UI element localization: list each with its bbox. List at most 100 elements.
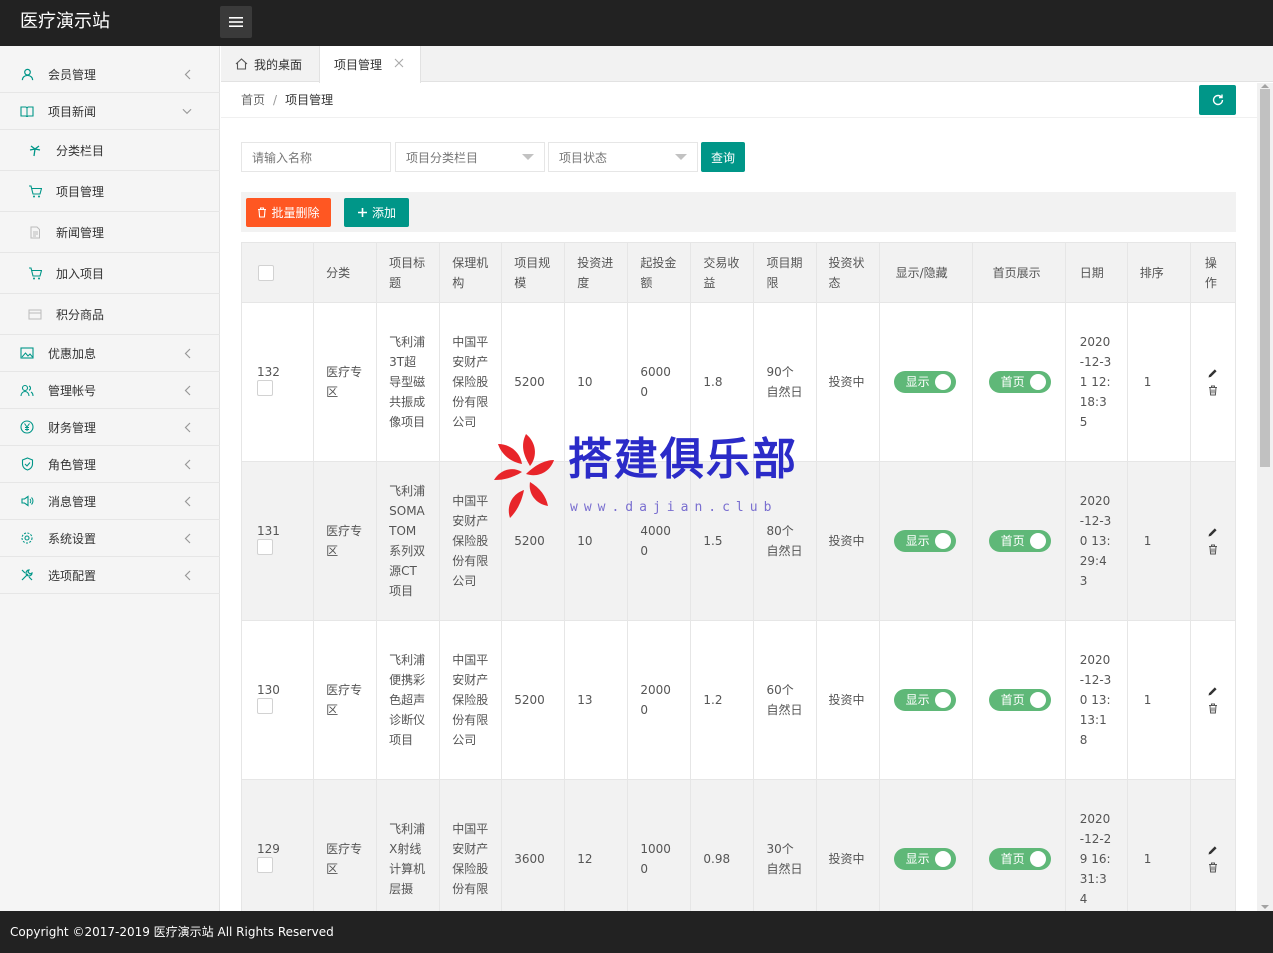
sidebar-item-finance[interactable]: 财务管理 <box>0 409 220 446</box>
home-toggle[interactable]: 首页 <box>988 371 1051 393</box>
row-select-cell: 130 <box>240 620 315 780</box>
sidebar-item-system-settings[interactable]: 系统设置 <box>0 520 220 557</box>
tab-label: 项目管理 <box>334 58 383 72</box>
sidebar-item-option-config[interactable]: 选项配置 <box>0 557 220 594</box>
plus-icon <box>357 208 367 217</box>
sidebar-item-news-manage[interactable]: 新闻管理 <box>0 212 220 253</box>
cell-date: 2020-12-29 16:31:34 <box>1064 779 1128 911</box>
top-header: 医疗演示站 <box>0 0 1273 46</box>
home-toggle[interactable]: 首页 <box>988 848 1051 870</box>
edit-icon[interactable] <box>1207 686 1218 697</box>
cell-scale: 5200 <box>501 620 566 780</box>
cell-home: 首页 <box>971 302 1066 462</box>
scroll-up-arrow-icon[interactable] <box>1261 84 1269 88</box>
sidebar-item-roles[interactable]: 角色管理 <box>0 446 220 483</box>
cell-home: 首页 <box>971 620 1066 780</box>
row-id: 131 <box>257 524 280 538</box>
edit-icon[interactable] <box>1207 845 1218 856</box>
sidebar-item-label: 项目管理 <box>56 184 105 199</box>
sidebar: 会员管理 项目新闻 分类栏目 项目管理 新闻管理 加入项目 积分商品 优惠加息 … <box>0 46 220 911</box>
scroll-down-arrow-icon[interactable] <box>1261 905 1269 909</box>
query-button[interactable]: 查询 <box>701 142 745 172</box>
sidebar-item-categories[interactable]: 分类栏目 <box>0 130 220 171</box>
sidebar-item-members[interactable]: 会员管理 <box>0 56 220 93</box>
row-checkbox[interactable] <box>257 698 273 714</box>
show-toggle[interactable]: 显示 <box>893 530 956 552</box>
row-select-cell: 132 <box>240 302 315 462</box>
show-toggle[interactable]: 显示 <box>893 689 956 711</box>
sidebar-item-label: 项目新闻 <box>48 104 97 119</box>
cell-progress: 12 <box>564 779 629 911</box>
batch-delete-button[interactable]: 批量删除 <box>246 198 331 227</box>
col-header: 操作 <box>1189 242 1237 303</box>
sidebar-item-label: 选项配置 <box>48 568 97 583</box>
row-select-cell: 131 <box>240 461 315 621</box>
sidebar-item-points-goods[interactable]: 积分商品 <box>0 294 220 335</box>
col-header: 显示/隐藏 <box>878 242 973 303</box>
search-name-input[interactable]: 请输入名称 <box>241 142 391 172</box>
sidebar-item-admin-accounts[interactable]: 管理帐号 <box>0 372 220 409</box>
vertical-scrollbar[interactable] <box>1257 83 1273 911</box>
chevron-left-icon <box>182 459 192 469</box>
row-id: 132 <box>257 365 280 379</box>
menu-toggle-button[interactable] <box>220 6 252 38</box>
site-title: 医疗演示站 <box>20 11 110 32</box>
sidebar-item-label: 加入项目 <box>56 266 105 281</box>
table-row: 132 医疗专区 飞利浦3T超导型磁共振成像项目 中国平安财产保险股份有限公司 5200… <box>240 302 1237 462</box>
home-toggle[interactable]: 首页 <box>988 689 1051 711</box>
sidebar-item-promotions[interactable]: 优惠加息 <box>0 335 220 372</box>
cell-ops <box>1189 620 1237 780</box>
trash-icon[interactable] <box>1208 862 1218 873</box>
footer: Copyright ©2017-2019 医疗演示站 All Rights Re… <box>0 911 1273 953</box>
yen-icon <box>20 420 34 434</box>
cell-progress: 13 <box>564 620 629 780</box>
tab-project-manage[interactable]: 项目管理 <box>319 46 421 83</box>
row-checkbox[interactable] <box>257 857 273 873</box>
home-toggle[interactable]: 首页 <box>988 530 1051 552</box>
doc-icon <box>28 225 42 239</box>
sidebar-item-join-project[interactable]: 加入项目 <box>0 253 220 294</box>
home-toggle-label: 首页 <box>1000 375 1025 389</box>
select-all-checkbox[interactable] <box>258 265 274 281</box>
trash-icon[interactable] <box>1208 544 1218 555</box>
sidebar-item-project-manage[interactable]: 项目管理 <box>0 171 220 212</box>
breadcrumb-separator: / <box>273 93 278 107</box>
show-toggle[interactable]: 显示 <box>893 371 956 393</box>
row-checkbox[interactable] <box>257 539 273 555</box>
show-toggle[interactable]: 显示 <box>893 848 956 870</box>
cell-agency: 中国平安财产保险股份有限 <box>439 779 503 911</box>
trash-icon <box>258 207 267 218</box>
cell-show: 显示 <box>878 620 973 780</box>
sidebar-item-project-news[interactable]: 项目新闻 <box>0 93 220 130</box>
show-toggle-label: 显示 <box>905 852 930 866</box>
cell-show: 显示 <box>878 302 973 462</box>
cell-term: 60个自然日 <box>753 620 817 780</box>
cell-category: 医疗专区 <box>313 461 378 621</box>
chevron-left-icon <box>182 533 192 543</box>
trash-icon[interactable] <box>1208 385 1218 396</box>
add-button[interactable]: 添加 <box>344 198 409 227</box>
close-icon[interactable] <box>394 58 404 68</box>
search-name-placeholder: 请输入名称 <box>252 150 313 165</box>
cell-term: 80个自然日 <box>753 461 817 621</box>
status-select[interactable]: 项目状态 <box>548 142 698 172</box>
col-header: 项目期限 <box>753 242 817 303</box>
table-toolbar: 批量删除 添加 <box>241 192 1236 232</box>
cell-min-invest: 10000 <box>627 779 692 911</box>
sidebar-item-label: 角色管理 <box>48 457 97 472</box>
home-toggle-label: 首页 <box>1000 534 1025 548</box>
edit-icon[interactable] <box>1207 368 1218 379</box>
trash-icon[interactable] <box>1208 703 1218 714</box>
scrollbar-thumb[interactable] <box>1260 89 1270 467</box>
main-content: 首页 / 项目管理 请输入名称 项目分类栏目 项目状态 查询 批量删除 添加 分… <box>221 83 1257 911</box>
batch-delete-label: 批量删除 <box>271 206 320 220</box>
category-select[interactable]: 项目分类栏目 <box>395 142 545 172</box>
tab-home[interactable]: 我的桌面 <box>221 46 319 82</box>
cell-progress: 10 <box>564 302 629 462</box>
shield-icon <box>20 457 34 471</box>
row-checkbox[interactable] <box>257 380 273 396</box>
refresh-button[interactable] <box>1199 85 1236 115</box>
sidebar-item-messages[interactable]: 消息管理 <box>0 483 220 520</box>
breadcrumb-home[interactable]: 首页 <box>241 93 265 107</box>
edit-icon[interactable] <box>1207 527 1218 538</box>
